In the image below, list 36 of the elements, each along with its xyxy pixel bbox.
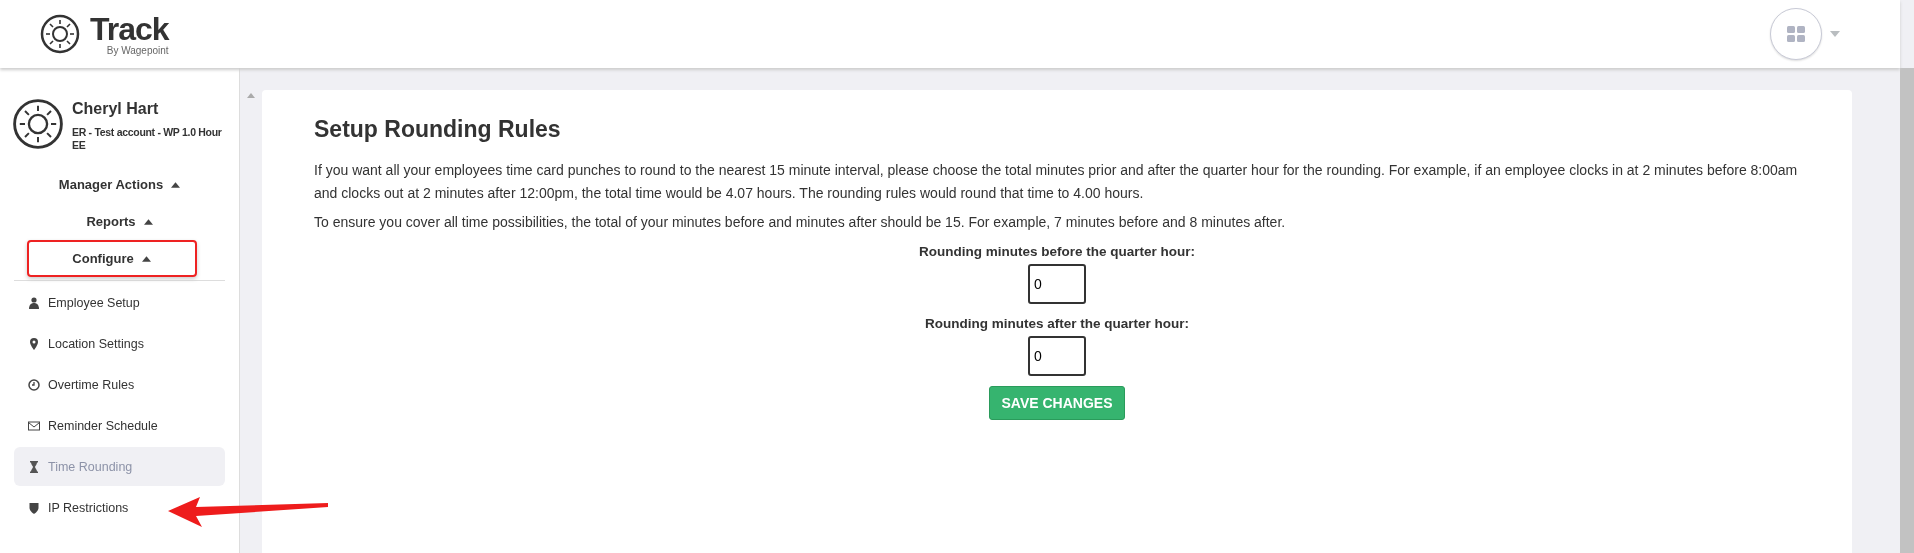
company-name: EE [72, 139, 87, 152]
sun-avatar-icon [12, 98, 64, 150]
section-toggle[interactable]: Reports [72, 203, 167, 240]
description-text: To ensure you cover all time possibilities, the total of your minutes before and minutes after should be 15. For example, 7 minutes before and 8 minutes after. [314, 213, 1287, 232]
person-icon [28, 296, 40, 309]
clock-icon [28, 378, 40, 391]
hourglass-icon [28, 460, 40, 473]
menu-item[interactable]: Location Settings [14, 324, 158, 363]
menu-item[interactable]: IP Restrictions [14, 488, 143, 527]
envelope-icon [28, 419, 40, 432]
section-toggle[interactable]: Configure [26, 240, 197, 277]
minutes-input[interactable]: 0 [1028, 264, 1086, 304]
menu-item[interactable]: Reminder Schedule [14, 406, 172, 445]
map-pin-icon [28, 337, 40, 350]
scrollbar[interactable] [1900, 68, 1914, 553]
section-toggle[interactable]: Manager Actions [44, 166, 195, 203]
minutes-input[interactable]: 0 [1028, 336, 1086, 376]
caret-icon [171, 181, 181, 188]
scroll-up-icon[interactable] [247, 93, 255, 98]
page-title: Setup Rounding Rules [314, 116, 562, 143]
company-name: ER - Test account - WP 1.0 Hour [72, 126, 222, 139]
grid-icon [1787, 26, 1805, 42]
dropdown-caret-icon[interactable] [1830, 31, 1840, 37]
apps-menu-button[interactable] [1770, 8, 1822, 60]
user-name: Cheryl Hart [72, 100, 160, 118]
caret-icon [141, 255, 151, 262]
menu-item[interactable]: Employee Setup [14, 283, 154, 322]
sun-logo-icon [40, 14, 80, 54]
brand-subtitle: By Wagepoint [106, 45, 169, 56]
shield-icon [28, 501, 40, 514]
field-label: Rounding minutes before the quarter hour: [919, 244, 1195, 259]
description-text: If you want all your employees time card punches to round to the nearest 15 minute interval, please choose the total minutes prior and after the quarter hour for the rounding. For example, if an employee clocks in at 2 minutes before 8:00am and clocks out at 2 minutes after 12:00pm, the total time would be 4.07 hours. The rounding rules would round that time to 4.00 hours. [314, 161, 1799, 203]
brand-name: Track [90, 12, 169, 45]
menu-item[interactable]: Overtime Rules [14, 365, 149, 404]
field-label: Rounding minutes after the quarter hour: [925, 316, 1189, 331]
caret-icon [143, 218, 153, 225]
